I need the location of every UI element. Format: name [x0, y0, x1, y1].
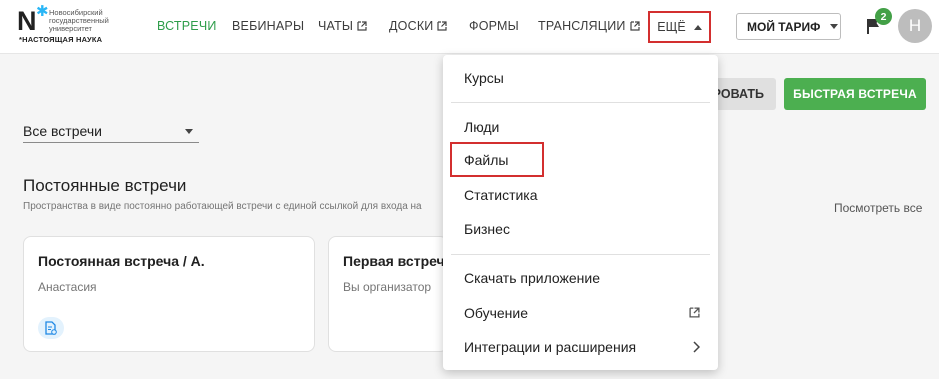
menu-item-people[interactable]: Люди — [464, 119, 499, 135]
external-link-icon — [689, 307, 700, 318]
logo-university-name: Новосибирский государственный университе… — [49, 8, 109, 33]
section-title: Постоянные встречи — [23, 176, 187, 195]
logo-letter: N — [17, 6, 37, 36]
card-title: Постоянная встреча / А. — [38, 253, 205, 269]
meeting-card[interactable]: Постоянная встреча / А. Анастасия — [23, 236, 315, 352]
notification-badge: 2 — [875, 8, 892, 25]
menu-item-learning[interactable]: Обучение — [464, 305, 528, 321]
meetings-filter-select[interactable]: Все встречи — [23, 120, 199, 143]
menu-item-files[interactable]: Файлы — [464, 152, 508, 168]
nav-more-button[interactable]: ЕЩЁ — [648, 11, 711, 43]
external-link-icon — [629, 21, 640, 31]
see-all-link[interactable]: Посмотреть все — [834, 201, 922, 215]
nav-chats[interactable]: ЧАТЫ — [318, 19, 367, 33]
my-plan-button[interactable]: МОЙ ТАРИФ — [736, 13, 841, 40]
nav-forms-label: ФОРМЫ — [469, 19, 519, 33]
menu-item-courses[interactable]: Курсы — [464, 70, 504, 86]
card-subtitle: Анастасия — [38, 280, 97, 294]
nav-more-label: ЕЩЁ — [657, 20, 686, 34]
more-dropdown-menu: Курсы Люди Файлы Статистика Бизнес Скача… — [443, 55, 718, 370]
nav-broadcasts-label: ТРАНСЛЯЦИИ — [538, 19, 626, 33]
card-subtitle: Вы организатор — [343, 280, 432, 294]
filter-selected-value: Все встречи — [23, 123, 102, 139]
nav-boards[interactable]: ДОСКИ — [389, 19, 448, 33]
menu-item-business[interactable]: Бизнес — [464, 221, 510, 237]
card-title: Первая встреча — [343, 253, 453, 269]
menu-divider — [451, 102, 710, 103]
nav-forms[interactable]: ФОРМЫ — [469, 19, 519, 33]
nav-boards-label: ДОСКИ — [389, 19, 434, 33]
nsu-logo[interactable]: N ✱ Новосибирский государственный универ… — [17, 3, 137, 48]
my-plan-label: МОЙ ТАРИФ — [747, 19, 821, 34]
caret-up-icon — [693, 24, 702, 30]
section-description: Пространства в виде постоянно работающей… — [23, 201, 422, 212]
menu-item-statistics[interactable]: Статистика — [464, 187, 538, 203]
chevron-right-icon — [693, 341, 700, 353]
caret-down-icon — [185, 128, 193, 134]
logo-tagline: *НАСТОЯЩАЯ НАУКА — [19, 35, 103, 44]
nav-webinars[interactable]: ВЕБИНАРЫ — [232, 19, 304, 33]
document-clock-icon[interactable] — [38, 317, 64, 339]
nav-broadcasts[interactable]: ТРАНСЛЯЦИИ — [538, 19, 640, 33]
meeting-card[interactable]: Первая встреча Вы организатор — [328, 236, 452, 352]
quick-meeting-button[interactable]: БЫСТРАЯ ВСТРЕЧА — [784, 78, 926, 110]
menu-divider — [451, 254, 710, 255]
avatar[interactable]: Н — [898, 9, 932, 43]
external-link-icon — [437, 21, 448, 31]
nav-chats-label: ЧАТЫ — [318, 19, 354, 33]
external-link-icon — [357, 21, 367, 31]
menu-item-download-app[interactable]: Скачать приложение — [464, 270, 600, 286]
nav-meetings[interactable]: ВСТРЕЧИ — [157, 19, 217, 33]
top-header: N ✱ Новосибирский государственный универ… — [0, 0, 939, 54]
nav-meetings-label: ВСТРЕЧИ — [157, 19, 217, 33]
logo-star-icon: ✱ — [36, 3, 49, 20]
nav-webinars-label: ВЕБИНАРЫ — [232, 19, 305, 33]
menu-item-integrations[interactable]: Интеграции и расширения — [464, 339, 636, 355]
caret-down-icon — [830, 24, 839, 29]
